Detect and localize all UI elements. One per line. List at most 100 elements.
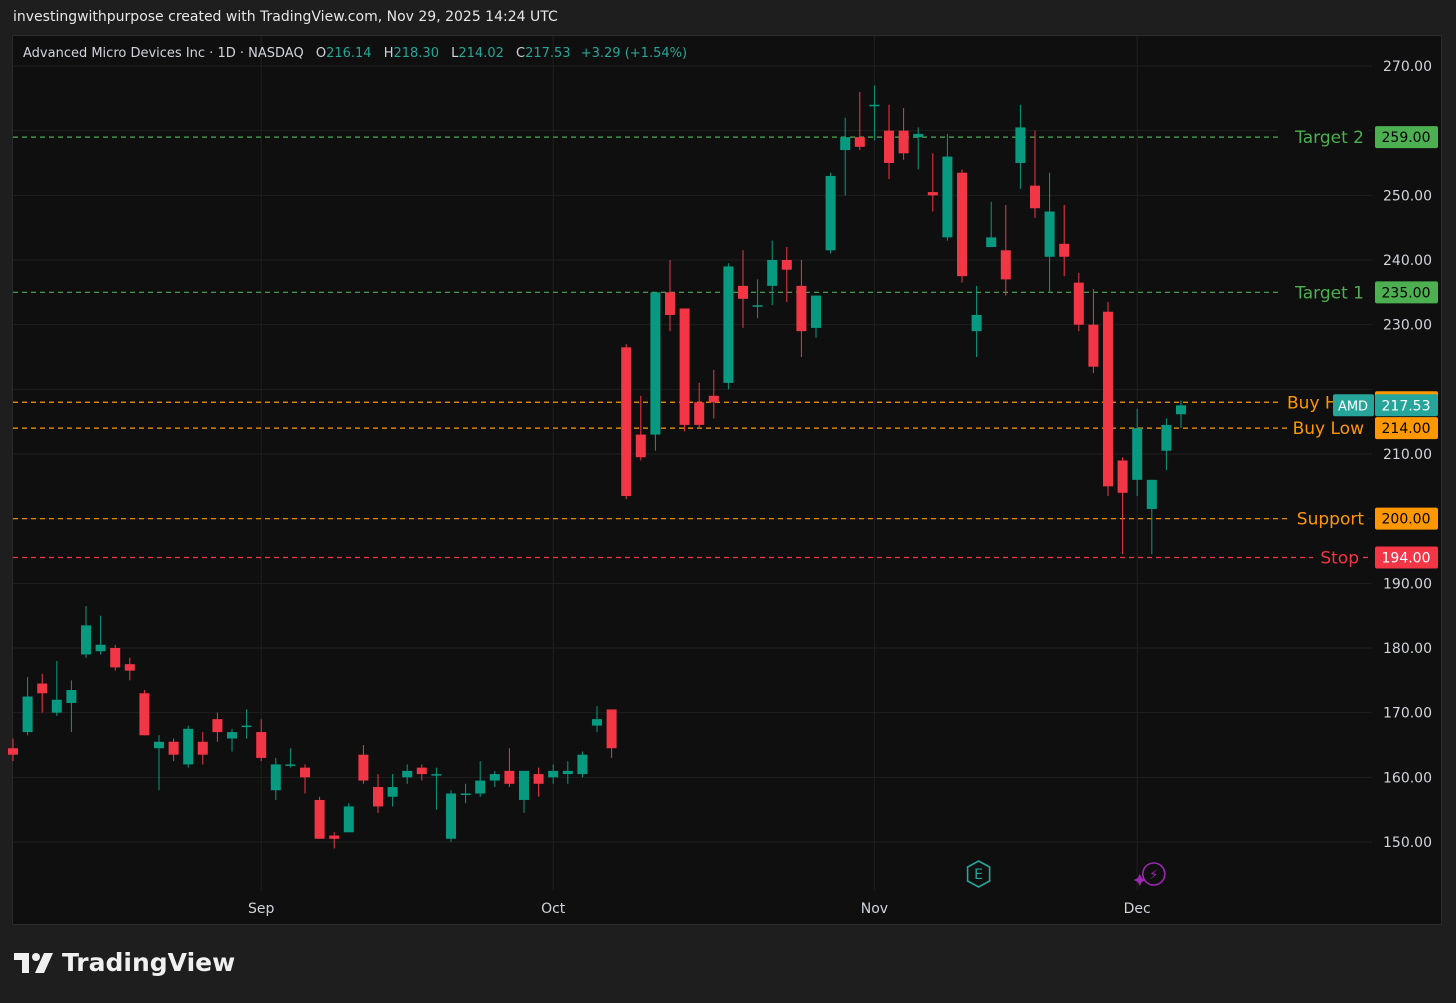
candle-body	[95, 644, 106, 652]
candle-body	[767, 260, 778, 286]
candle-body	[884, 130, 894, 163]
candle-body	[752, 305, 763, 307]
candle-body	[124, 664, 135, 671]
candle-body	[373, 787, 383, 807]
dividend-glyph: ⚡	[1149, 868, 1158, 883]
candle-body	[577, 754, 588, 775]
candle-body	[416, 767, 427, 775]
candle-body	[898, 130, 909, 154]
candle-body	[139, 693, 150, 736]
candle-body	[343, 806, 354, 833]
candle-body	[1044, 211, 1055, 257]
level-price-text: 214.00	[1382, 421, 1431, 437]
candle-body	[285, 764, 296, 766]
level-price-text: 235.00	[1382, 285, 1431, 301]
level-price-text: 259.00	[1382, 130, 1431, 146]
candle-body	[241, 725, 252, 728]
candle-body	[270, 764, 281, 791]
candle-body	[329, 835, 340, 839]
x-tick-label: Oct	[541, 901, 566, 917]
candle-body	[708, 395, 719, 403]
level-price-text: 200.00	[1382, 512, 1431, 528]
y-tick-label: 150.00	[1383, 835, 1432, 851]
candle-body	[548, 770, 559, 778]
x-tick-label: Sep	[248, 901, 275, 917]
candle-body	[358, 754, 369, 781]
candlestick-chart[interactable]: Target 2259.00Target 1235.00Buy High218.…	[0, 0, 1456, 1003]
axes: 270.00 250.00 240.00 230.00 210.00 190.00 180.…	[248, 59, 1432, 917]
candle-body	[913, 133, 924, 138]
candle-body	[665, 292, 675, 315]
candle-body	[1103, 311, 1113, 487]
chart-grid	[13, 36, 1372, 890]
candle-body	[22, 696, 33, 733]
candle-body	[1015, 127, 1026, 163]
candle-body	[606, 709, 617, 749]
candle-body	[621, 347, 632, 497]
y-tick-label: 230.00	[1383, 318, 1432, 334]
legend-high: 218.30	[393, 46, 439, 61]
candle-body	[227, 732, 237, 739]
event-markers: E ⚡	[966, 860, 1166, 888]
candle-body	[927, 192, 938, 196]
candle-body	[37, 683, 48, 694]
candle-body	[402, 770, 413, 778]
y-tick-label: 270.00	[1383, 59, 1432, 75]
legend-open-label: O	[315, 46, 327, 61]
tradingview-brand[interactable]: TradingView	[14, 948, 235, 977]
candle-body	[197, 741, 208, 755]
candle-body	[738, 285, 748, 299]
candle-body	[300, 767, 310, 778]
level-label: Target 2	[1294, 128, 1364, 148]
candle-body	[825, 175, 836, 251]
level-label: Target 1	[1294, 283, 1364, 303]
y-tick-label: 190.00	[1383, 576, 1432, 592]
tradingview-logo-icon	[14, 952, 53, 973]
candle-body	[796, 285, 807, 332]
legend-close: 217.53	[525, 46, 571, 61]
y-tick-label: 170.00	[1383, 706, 1432, 722]
level-label: Buy Low	[1293, 419, 1364, 439]
candle-body	[1088, 324, 1099, 367]
candle-body	[986, 237, 997, 248]
candle-body	[1073, 282, 1084, 325]
candle-body	[81, 625, 91, 655]
candle-body	[781, 260, 792, 270]
candle-body	[869, 104, 880, 107]
candle-body	[1030, 185, 1040, 209]
candle-body	[387, 787, 398, 797]
y-tick-label: 160.00	[1383, 770, 1432, 786]
level-price-text: 194.00	[1382, 550, 1431, 566]
candle-body	[314, 799, 325, 839]
candle-body	[679, 308, 690, 425]
candle-body	[635, 434, 646, 458]
candle-body	[1161, 424, 1172, 451]
y-tick-label: 240.00	[1383, 253, 1432, 269]
candle-body	[840, 137, 851, 151]
earnings-glyph: E	[974, 867, 983, 883]
candle-body	[957, 172, 967, 277]
sparkle-icon	[1133, 874, 1146, 886]
candle-body	[154, 741, 164, 749]
legend-open: 216.14	[326, 46, 372, 61]
legend-low: 214.02	[458, 46, 504, 61]
candle-body	[562, 770, 573, 775]
candle-body	[1059, 243, 1070, 257]
candle-body	[694, 402, 705, 425]
level-label: Support	[1297, 510, 1365, 530]
candle-body	[110, 648, 121, 668]
candle-body	[592, 719, 602, 726]
x-tick-label: Dec	[1124, 901, 1151, 917]
candle-body	[1117, 460, 1128, 493]
legend-name: Advanced Micro Devices Inc · 1D · NASDAQ	[23, 46, 304, 61]
candle-body	[51, 699, 62, 713]
brand-name: TradingView	[62, 948, 236, 977]
candle-body	[971, 314, 982, 332]
legend-change: +3.29 (+1.54%)	[580, 46, 688, 61]
legend-close-label: C	[516, 46, 526, 61]
candle-body	[475, 780, 486, 794]
last-price-text: 217.53	[1382, 398, 1431, 414]
y-tick-label: 250.00	[1383, 188, 1432, 204]
candle-body	[854, 137, 865, 147]
candle-body	[519, 770, 529, 800]
